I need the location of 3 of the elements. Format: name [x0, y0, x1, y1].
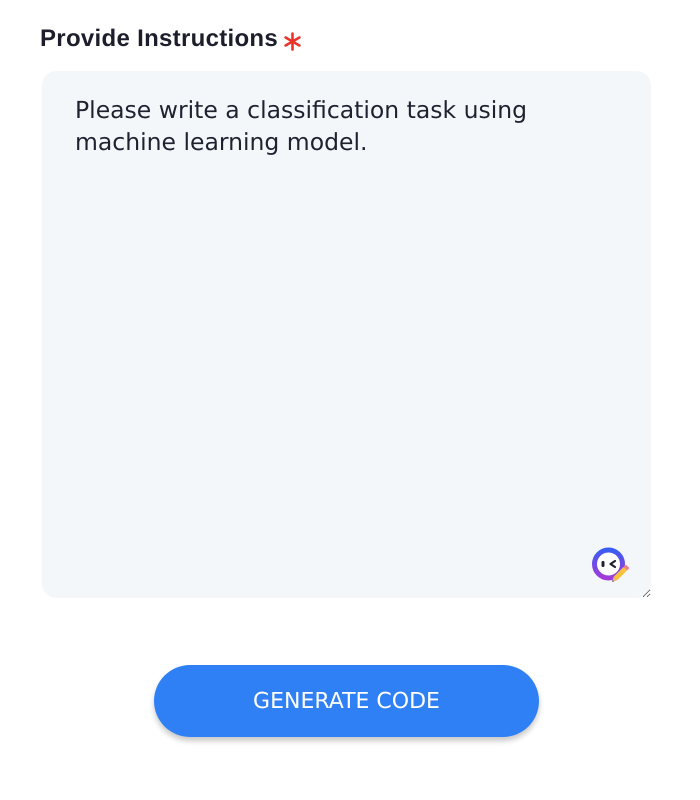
generate-code-button[interactable]: GENERATE CODE [154, 665, 539, 737]
field-label: Provide Instructions [40, 25, 278, 53]
instructions-textarea[interactable]: Please write a classification task using machine learning model. [42, 71, 651, 598]
